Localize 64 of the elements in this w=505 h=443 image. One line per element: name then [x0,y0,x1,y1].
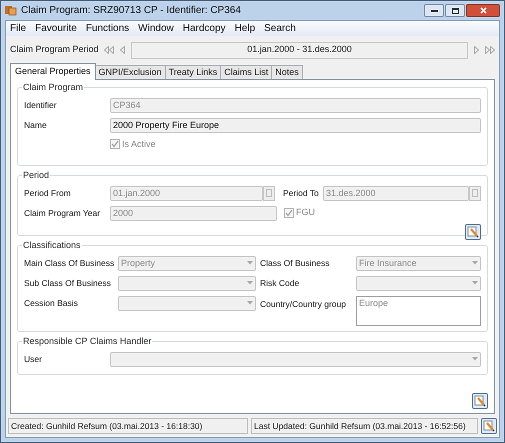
field-label: Class Of Business [260,256,330,270]
field-label: User [24,352,43,366]
field-label: Main Class Of Business [24,256,116,270]
field-label: Name [24,118,48,132]
period-display: 01.jan.2000 - 31.des.2000 [131,42,468,58]
calendar-button[interactable] [263,186,275,200]
previous-icon[interactable] [120,46,125,54]
text-field[interactable]: 2000 Property Fire Europe [110,118,481,132]
field-label: Period To [283,186,320,200]
menu-item[interactable]: Search [264,21,296,36]
menu-item[interactable]: Hardcopy [182,21,226,36]
dropdown[interactable] [356,276,481,290]
calendar-icon [266,189,272,197]
maximize-button[interactable] [445,4,465,17]
section-title: Responsible CP Claims Handler [22,335,152,348]
edit-button[interactable] [481,418,497,434]
menu-item[interactable]: Window [138,21,174,36]
status-updated: Last Updated: Gunhild Refsum (03.mai.2013 - 16:52:56) [251,418,478,434]
menu-item[interactable]: Functions [86,21,130,36]
dropdown[interactable] [118,276,256,290]
menu-item[interactable]: Favourite [35,21,77,36]
period-label: Claim Program Period [10,43,98,56]
section-title: Classifications [22,239,82,252]
tab[interactable]: Treaty Links [166,65,222,79]
caret-icon [472,357,478,361]
caret-icon [247,261,253,265]
dropdown[interactable] [118,296,256,310]
checkbox[interactable] [110,139,120,150]
window-title: Claim Program: SRZ90713 CP - Identifier: CP364 [21,4,241,18]
calendar-icon [472,189,478,197]
dropdown[interactable] [110,352,481,366]
app-icon [5,5,17,16]
status-created: Created: Gunhild Refsum (03.mai.2013 - 16:18:30) [8,418,248,434]
tab[interactable]: Notes [272,65,303,79]
last-icon[interactable] [485,46,495,54]
tab[interactable]: GNPI/Exclusion [96,65,166,79]
field-label: Period From [24,186,72,200]
menu-item[interactable]: Help [234,21,256,36]
caret-icon [247,281,253,285]
field-label: Cession Basis [24,296,79,310]
first-icon[interactable] [104,46,114,54]
calendar-button[interactable] [469,186,481,200]
tab[interactable]: General Properties [10,63,96,80]
field-label: Country/Country group [260,298,347,310]
next-icon[interactable] [474,46,479,54]
field-label: Identifier [24,98,58,112]
tab[interactable]: Claims List [221,65,272,79]
caret-icon [472,281,478,285]
checkbox-label: FGU [296,206,315,220]
close-button[interactable] [466,4,500,17]
minimize-button[interactable] [424,4,444,17]
checkbox[interactable] [284,208,294,218]
section-title: Period [22,169,50,182]
edit-button[interactable] [465,224,481,240]
caret-icon [247,301,253,305]
close-icon [480,7,486,14]
field-label: Claim Program Year [24,206,102,220]
section-title: Claim Program [22,81,84,94]
caret-icon [472,261,478,265]
checkbox-label: Is Active [122,138,156,150]
field-label: Sub Class Of Business [24,276,112,290]
field-label: Risk Code [260,276,300,290]
edit-button[interactable] [472,393,488,409]
menu-item[interactable]: File [10,21,26,36]
